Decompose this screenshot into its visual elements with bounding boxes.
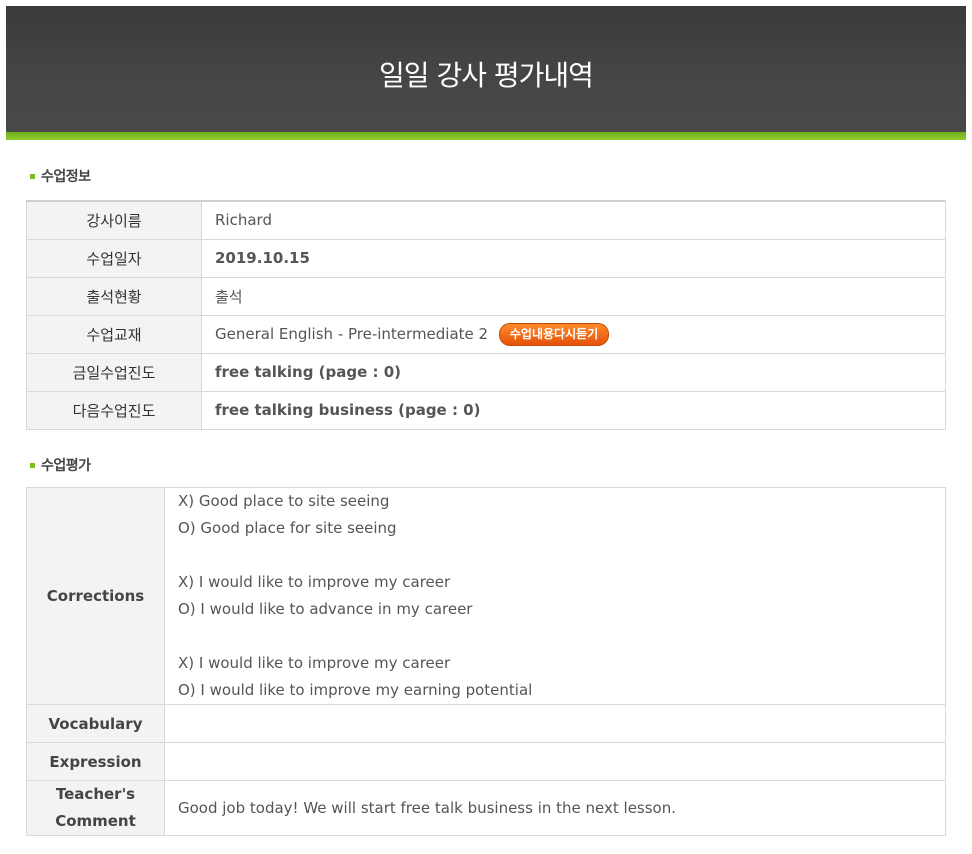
row-label: 수업일자	[26, 238, 202, 278]
table-row: Vocabulary	[26, 704, 946, 743]
table-row: Corrections X) Good place to site seeing…	[26, 487, 946, 705]
correction-wrong: X) I would like to improve my career	[178, 573, 451, 591]
table-row: 출석현황 출석	[26, 276, 946, 316]
header-accent-bar	[6, 132, 966, 140]
bullet-icon	[30, 462, 35, 468]
attendance-status: 출석	[201, 276, 946, 316]
table-row: Teacher's Comment Good job today! We wil…	[26, 780, 946, 836]
vocabulary-label: Vocabulary	[26, 704, 165, 743]
next-progress: free talking business (page : 0)	[201, 390, 946, 430]
section-title-text: 수업정보	[41, 169, 91, 185]
class-eval-table: Corrections X) Good place to site seeing…	[26, 487, 946, 836]
corrections-label: Corrections	[26, 487, 165, 705]
row-label: 수업교재	[26, 314, 202, 354]
bullet-icon	[30, 173, 35, 179]
row-label: 강사이름	[26, 200, 202, 240]
correction-wrong: X) I would like to improve my career	[178, 654, 451, 672]
row-label: 출석현황	[26, 276, 202, 316]
section-title-class-eval: 수업평가	[30, 455, 91, 475]
teacher-name: Richard	[201, 200, 946, 240]
page-header: 일일 강사 평가내역	[6, 6, 966, 140]
expression-label: Expression	[26, 742, 165, 781]
textbook-name: General English - Pre-intermediate 2	[215, 324, 489, 343]
correction-right: O) I would like to improve my earning po…	[178, 681, 533, 699]
section-title-text: 수업평가	[41, 458, 91, 474]
teacher-comment-content: Good job today! We will start free talk …	[164, 780, 946, 836]
table-row: Expression	[26, 742, 946, 781]
table-row: 금일수업진도 free talking (page : 0)	[26, 352, 946, 392]
class-date: 2019.10.15	[201, 238, 946, 278]
vocabulary-content	[164, 704, 946, 743]
comment-label-line: Teacher's	[55, 785, 136, 803]
table-row: 수업일자 2019.10.15	[26, 238, 946, 278]
row-label: 금일수업진도	[26, 352, 202, 392]
expression-content	[164, 742, 946, 781]
table-row: 수업교재 General English - Pre-intermediate …	[26, 314, 946, 354]
replay-lesson-button[interactable]: 수업내용다시듣기	[498, 322, 610, 346]
page-title: 일일 강사 평가내역	[379, 59, 594, 92]
correction-right: O) I would like to advance in my career	[178, 600, 473, 618]
table-row: 강사이름 Richard	[26, 200, 946, 240]
textbook-cell: General English - Pre-intermediate 2 수업내…	[201, 314, 946, 354]
row-label: 다음수업진도	[26, 390, 202, 430]
class-info-table: 강사이름 Richard 수업일자 2019.10.15 출석현황 출석 수업교…	[26, 200, 946, 430]
corrections-content: X) Good place to site seeing O) Good pla…	[164, 487, 946, 705]
correction-right: O) Good place for site seeing	[178, 519, 397, 537]
correction-wrong: X) Good place to site seeing	[178, 492, 390, 510]
table-row: 다음수업진도 free talking business (page : 0)	[26, 390, 946, 430]
today-progress: free talking (page : 0)	[201, 352, 946, 392]
comment-label-line: Comment	[55, 812, 136, 830]
section-title-class-info: 수업정보	[30, 166, 91, 186]
teacher-comment-label: Teacher's Comment	[26, 780, 165, 836]
